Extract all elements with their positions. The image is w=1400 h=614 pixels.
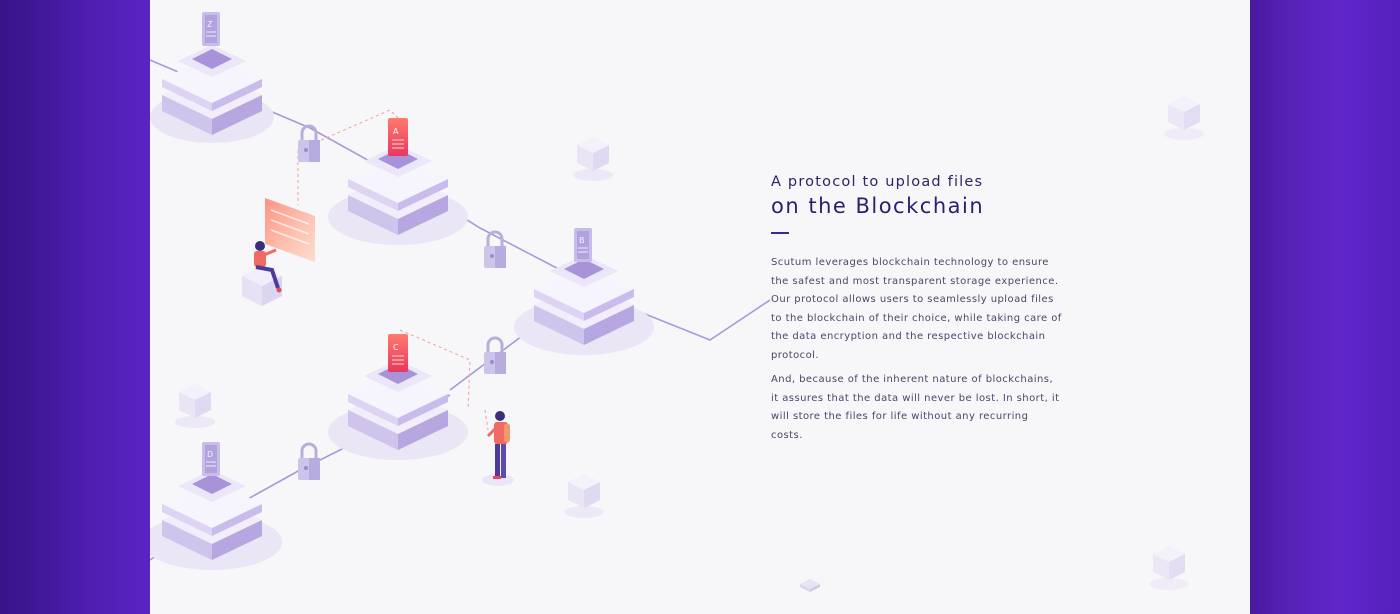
section-title: on the Blockchain [771, 194, 985, 218]
floating-cube [1164, 96, 1204, 140]
file-c-label: C [393, 343, 399, 352]
node-c [328, 360, 468, 460]
file-z-label: Z [207, 20, 213, 29]
description-paragraph: Scutum leverages blockchain technology t… [771, 257, 1062, 361]
background-right-shade [1250, 0, 1400, 614]
file-a-icon: A [388, 118, 408, 156]
text-section: A protocol to upload files on the Blockc… [771, 174, 1071, 445]
padlock-icon [298, 442, 320, 480]
file-d-label: D [207, 450, 213, 459]
floating-cube [175, 384, 215, 428]
floating-cube [564, 474, 604, 518]
node-b [514, 255, 654, 355]
floating-cube [1149, 546, 1189, 590]
description-paragraph: And, because of the inherent nature of b… [771, 374, 1060, 441]
small-tile [800, 579, 820, 592]
file-c-icon: C [388, 334, 408, 372]
title-divider [771, 232, 789, 234]
section-kicker: A protocol to upload files [771, 174, 984, 190]
node-d [150, 470, 282, 570]
padlock-icon [484, 336, 506, 374]
blockchain-illustration: Z A B C D [150, 12, 1204, 592]
padlock-icon [298, 124, 320, 162]
node-z [150, 45, 274, 143]
file-b-label: B [579, 236, 585, 245]
file-b-icon: B [574, 228, 592, 262]
content-panel: Z A B C D A protocol to upload files on … [150, 0, 1250, 614]
file-z-icon: Z [202, 12, 220, 46]
background-left-shade [0, 0, 150, 614]
file-d-icon: D [202, 442, 220, 476]
file-a-label: A [393, 127, 399, 136]
floating-cube [573, 137, 613, 181]
padlock-icon [484, 230, 506, 268]
node-a [328, 145, 468, 245]
person-sitting [242, 241, 282, 306]
